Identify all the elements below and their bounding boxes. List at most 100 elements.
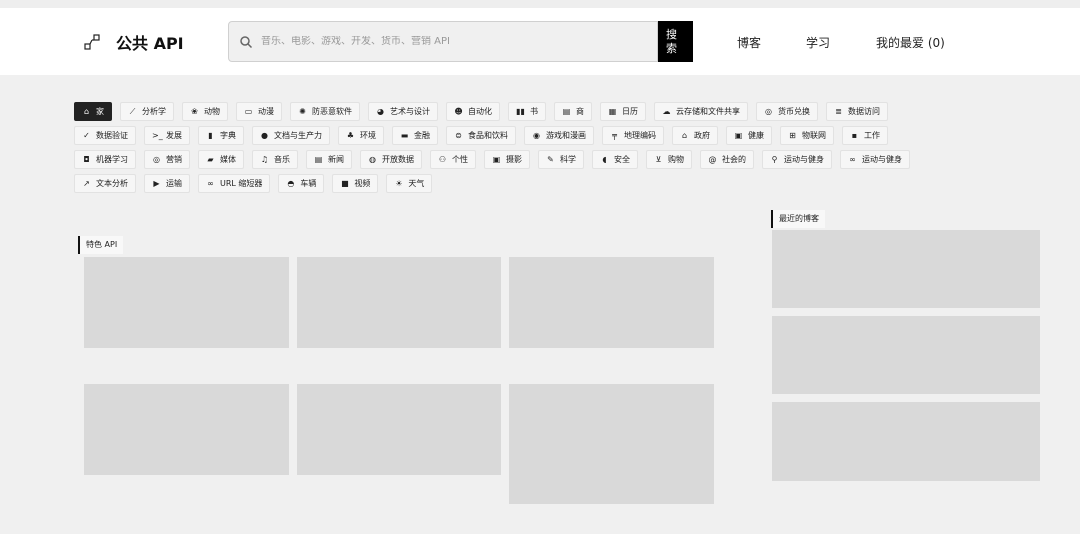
category-chip[interactable]: ⊞ 物联网 — [780, 126, 834, 145]
category-chip[interactable]: ☻ 自动化 — [446, 102, 500, 121]
category-chip[interactable]: ⊜ 食品和饮料 — [446, 126, 516, 145]
category-chip[interactable]: ◘ 机器学习 — [74, 150, 136, 169]
category-chip[interactable]: ≣ 数据访问 — [826, 102, 888, 121]
food-icon: ⊜ — [455, 131, 462, 140]
nav-learn[interactable]: 学习 — [806, 34, 830, 51]
category-chip-label: 自动化 — [468, 107, 492, 116]
category-chip[interactable]: ▬ 金融 — [392, 126, 438, 145]
category-chip[interactable]: ⌂ 家 — [74, 102, 112, 121]
image-icon: ▣ — [492, 155, 501, 164]
category-chip-label: 运输 — [166, 179, 182, 188]
category-chip[interactable]: ↗ 文本分析 — [74, 174, 136, 193]
category-chip[interactable]: ◓ 车辆 — [278, 174, 325, 193]
category-chip-label: 动物 — [204, 107, 220, 116]
recent-blog-card[interactable] — [772, 402, 1040, 481]
category-chip[interactable]: ▮ 字典 — [198, 126, 244, 145]
government-icon: ⌂ — [681, 131, 688, 140]
category-chip[interactable]: >_ 发展 — [144, 126, 190, 145]
category-chip[interactable]: ∞ URL 缩短器 — [198, 174, 271, 193]
virus-icon: ✺ — [299, 107, 306, 116]
category-chip-label: 防恶意软件 — [312, 107, 352, 116]
category-chip[interactable]: ▶ 运输 — [144, 174, 190, 193]
category-chip-label: 货币兑换 — [778, 107, 810, 116]
category-chip[interactable]: ∞ 运动与健身 — [840, 150, 910, 169]
category-chip-label: 健康 — [748, 131, 764, 140]
category-chip[interactable]: ▣ 健康 — [726, 126, 772, 145]
category-chip[interactable]: ▮▮ 书 — [508, 102, 546, 121]
category-chip[interactable]: ⊻ 购物 — [646, 150, 692, 169]
category-chip-label: 工作 — [864, 131, 880, 140]
cloud-upload-icon: ☁ — [662, 107, 671, 116]
dictionary-icon: ▮ — [208, 131, 213, 140]
category-chip[interactable]: ◖ 安全 — [592, 150, 638, 169]
featured-api-card[interactable] — [509, 257, 714, 348]
category-chip[interactable]: ◎ 营销 — [144, 150, 190, 169]
category-list: ⌂ 家 ⟋ 分析学 ❀ 动物 ▭ 动漫 ✺ 防恶意软件 ◕ 艺术与设计 ☻ 自动化 ▮▮ 书 ▤ 商 ▦ 日历 ☁ 云存储… — [74, 102, 974, 198]
category-chip[interactable]: ⟋ 分析学 — [120, 102, 174, 121]
featured-api-card[interactable] — [297, 257, 501, 348]
category-chip-label: 安全 — [614, 155, 630, 164]
category-row: ✓ 数据验证 >_ 发展 ▮ 字典 ● 文档与生产力 ♣ 环境 ▬ 金融 ⊜ 食品和饮料 ◉ 游戏和漫画 ╤ 地理… — [74, 126, 974, 145]
home-icon: ⌂ — [83, 107, 90, 116]
category-chip-label: 字典 — [220, 131, 236, 140]
people-icon: ⚇ — [438, 155, 447, 164]
category-chip[interactable]: @ 社会的 — [700, 150, 754, 169]
car-icon: ◓ — [287, 179, 295, 188]
target-icon: ◎ — [153, 155, 160, 164]
category-chip[interactable]: ▤ 商 — [554, 102, 592, 121]
category-chip[interactable]: ❀ 动物 — [182, 102, 228, 121]
category-chip[interactable]: ▦ 日历 — [600, 102, 646, 121]
category-chip[interactable]: ⚲ 运动与健身 — [762, 150, 832, 169]
briefcase-icon: ▪ — [851, 131, 858, 140]
trend-icon: ↗ — [83, 179, 90, 188]
category-chip[interactable]: ▭ 动漫 — [236, 102, 282, 121]
category-chip[interactable]: ☀ 天气 — [386, 174, 433, 193]
category-chip[interactable]: ▰ 媒体 — [198, 150, 244, 169]
category-chip[interactable]: ✓ 数据验证 — [74, 126, 136, 145]
category-chip-label: 购物 — [668, 155, 684, 164]
category-chip[interactable]: ▪ 工作 — [842, 126, 888, 145]
category-chip-label: 科学 — [560, 155, 576, 164]
category-chip[interactable]: ♫ 音乐 — [252, 150, 298, 169]
category-chip[interactable]: ⚇ 个性 — [430, 150, 476, 169]
recent-blog-card[interactable] — [772, 230, 1040, 308]
category-chip[interactable]: ☁ 云存储和文件共享 — [654, 102, 748, 121]
recent-blog-card[interactable] — [772, 316, 1040, 394]
featured-api-card[interactable] — [509, 384, 714, 504]
category-chip[interactable]: ⌂ 政府 — [672, 126, 718, 145]
category-chip[interactable]: ✎ 科学 — [538, 150, 584, 169]
featured-api-card[interactable] — [84, 384, 289, 475]
search-icon — [240, 35, 253, 48]
category-chip[interactable]: ◎ 货币兑换 — [756, 102, 818, 121]
category-chip-label: 商 — [576, 107, 584, 116]
category-row: ↗ 文本分析 ▶ 运输 ∞ URL 缩短器 ◓ 车辆 ■ 视频 ☀ 天气 — [74, 174, 974, 193]
featured-api-card[interactable] — [297, 384, 501, 475]
link-icon: ∞ — [207, 179, 214, 188]
running-icon: ⚲ — [771, 155, 778, 164]
category-chip[interactable]: ╤ 地理编码 — [602, 126, 664, 145]
category-chip-label: 政府 — [694, 131, 710, 140]
search-button[interactable]: 搜索 — [658, 21, 693, 62]
search-input[interactable] — [261, 36, 641, 47]
terminal-icon: >_ — [152, 131, 163, 140]
logo[interactable]: 公共 API — [84, 32, 184, 53]
category-chip-label: 数据验证 — [96, 131, 128, 140]
category-chip[interactable]: ✺ 防恶意软件 — [290, 102, 360, 121]
category-chip[interactable]: ▤ 新闻 — [306, 150, 352, 169]
check-icon: ✓ — [83, 131, 90, 140]
category-chip[interactable]: ● 文档与生产力 — [252, 126, 330, 145]
category-chip[interactable]: ◉ 游戏和漫画 — [524, 126, 594, 145]
category-chip[interactable]: ▣ 摄影 — [484, 150, 530, 169]
featured-api-card[interactable] — [84, 257, 289, 348]
category-chip-label: 日历 — [622, 107, 638, 116]
cart-icon: ⊻ — [655, 155, 662, 164]
category-chip[interactable]: ◍ 开放数据 — [360, 150, 422, 169]
category-chip[interactable]: ♣ 环境 — [338, 126, 384, 145]
category-chip-label: 数据访问 — [848, 107, 880, 116]
wallet-icon: ▬ — [400, 131, 409, 140]
category-chip[interactable]: ■ 视频 — [332, 174, 379, 193]
category-chip-label: 运动与健身 — [862, 155, 902, 164]
nav-blog[interactable]: 博客 — [737, 34, 761, 51]
nav-favorites[interactable]: 我的最爱 (0) — [876, 34, 945, 51]
category-chip[interactable]: ◕ 艺术与设计 — [368, 102, 438, 121]
